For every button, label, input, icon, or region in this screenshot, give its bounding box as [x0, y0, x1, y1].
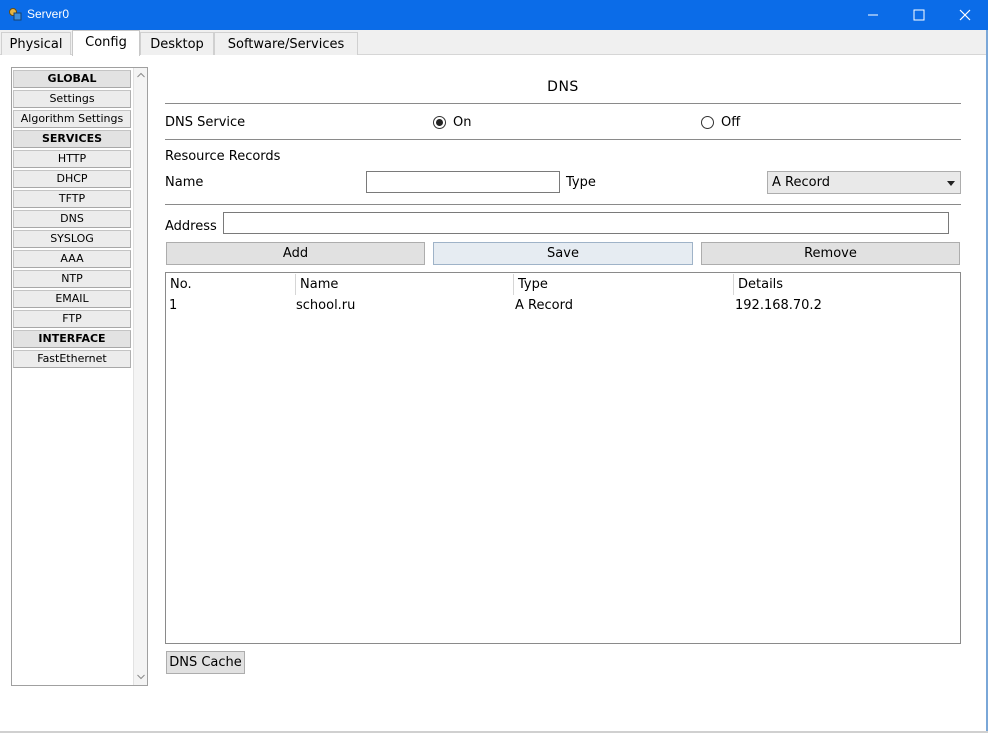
- tab-config[interactable]: Config: [72, 30, 140, 56]
- tab-software-services[interactable]: Software/Services: [214, 32, 358, 55]
- type-label: Type: [566, 175, 596, 190]
- sidebar-header-services[interactable]: SERVICES: [13, 130, 131, 148]
- sidebar-item-syslog[interactable]: SYSLOG: [13, 230, 131, 248]
- sidebar-item-fastethernet[interactable]: FastEthernet: [13, 350, 131, 368]
- sidebar-item-aaa[interactable]: AAA: [13, 250, 131, 268]
- dns-on-label[interactable]: On: [453, 115, 471, 130]
- sidebar-item-ntp[interactable]: NTP: [13, 270, 131, 288]
- type-select[interactable]: A Record: [767, 171, 961, 194]
- column-header-details[interactable]: Details: [734, 274, 960, 295]
- sidebar-header-global[interactable]: GLOBAL: [13, 70, 131, 88]
- address-input[interactable]: [223, 212, 949, 234]
- close-button[interactable]: [942, 0, 988, 30]
- close-icon: [959, 9, 971, 21]
- divider: [165, 204, 961, 205]
- cell-type: A Record: [515, 298, 573, 313]
- sidebar-item-dns[interactable]: DNS: [13, 210, 131, 228]
- scroll-down-icon[interactable]: [137, 674, 145, 680]
- sidebar-item-dhcp[interactable]: DHCP: [13, 170, 131, 188]
- resource-records-label: Resource Records: [165, 149, 281, 164]
- sidebar-item-algorithm-settings[interactable]: Algorithm Settings: [13, 110, 131, 128]
- tab-physical[interactable]: Physical: [1, 32, 71, 55]
- save-button[interactable]: Save: [433, 242, 693, 265]
- name-label: Name: [165, 175, 204, 190]
- column-header-no[interactable]: No.: [166, 274, 296, 295]
- sidebar-header-interface[interactable]: INTERFACE: [13, 330, 131, 348]
- sidebar-item-tftp[interactable]: TFTP: [13, 190, 131, 208]
- divider: [165, 139, 961, 140]
- dns-on-radio[interactable]: [433, 116, 446, 129]
- dns-service-label: DNS Service: [165, 115, 246, 130]
- sidebar-item-settings[interactable]: Settings: [13, 90, 131, 108]
- dns-off-label[interactable]: Off: [721, 115, 740, 130]
- dns-cache-button[interactable]: DNS Cache: [166, 651, 245, 674]
- column-header-type[interactable]: Type: [514, 274, 734, 295]
- window-title: Server0: [27, 7, 70, 21]
- type-select-value: A Record: [772, 175, 830, 190]
- cell-name: school.ru: [296, 298, 356, 313]
- minimize-icon: [868, 14, 878, 16]
- column-header-name[interactable]: Name: [296, 274, 514, 295]
- name-input[interactable]: [366, 171, 560, 193]
- tab-bar: Physical Config Desktop Software/Service…: [0, 30, 986, 56]
- divider: [165, 103, 961, 104]
- server-app-icon: [9, 8, 22, 21]
- tab-desktop[interactable]: Desktop: [140, 32, 214, 55]
- minimize-button[interactable]: [850, 0, 896, 30]
- config-sidebar: GLOBAL Settings Algorithm Settings SERVI…: [11, 67, 148, 686]
- scroll-up-icon[interactable]: [137, 72, 145, 78]
- add-button[interactable]: Add: [166, 242, 425, 265]
- remove-button[interactable]: Remove: [701, 242, 960, 265]
- title-bar: Server0: [0, 0, 988, 30]
- sidebar-scrollbar[interactable]: [133, 68, 147, 685]
- maximize-button[interactable]: [896, 0, 942, 30]
- address-label: Address: [165, 219, 217, 234]
- chevron-down-icon: [947, 181, 955, 186]
- dns-off-radio[interactable]: [701, 116, 714, 129]
- page-title: DNS: [547, 79, 579, 95]
- cell-no: 1: [169, 298, 178, 313]
- sidebar-item-email[interactable]: EMAIL: [13, 290, 131, 308]
- sidebar-item-http[interactable]: HTTP: [13, 150, 131, 168]
- records-table: No. Name Type Details 1 school.ru A Reco…: [165, 272, 961, 644]
- maximize-icon: [913, 9, 925, 21]
- sidebar-item-ftp[interactable]: FTP: [13, 310, 131, 328]
- cell-details: 192.168.70.2: [735, 298, 822, 313]
